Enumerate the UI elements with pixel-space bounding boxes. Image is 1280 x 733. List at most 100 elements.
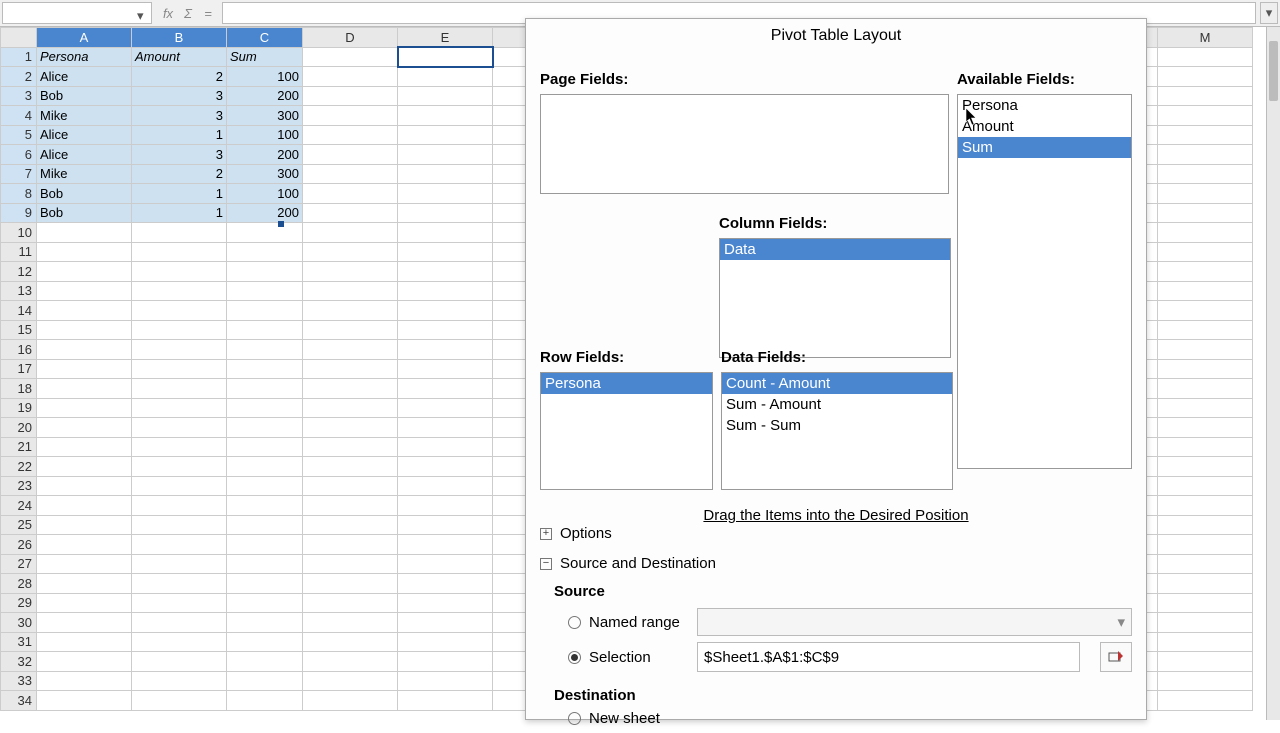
cell-E8[interactable] — [398, 184, 493, 204]
cell-A3[interactable]: Bob — [37, 86, 132, 106]
row-header-4[interactable]: 4 — [1, 106, 37, 126]
cell-E15[interactable] — [398, 320, 493, 340]
list-item[interactable]: Count - Amount — [722, 373, 952, 394]
cell-E27[interactable] — [398, 554, 493, 574]
cell-E11[interactable] — [398, 242, 493, 262]
cell-D4[interactable] — [303, 106, 398, 126]
cell-E13[interactable] — [398, 281, 493, 301]
cell-D24[interactable] — [303, 496, 398, 516]
cell-E31[interactable] — [398, 632, 493, 652]
fx-icon[interactable]: fx — [160, 6, 176, 21]
selection-radio[interactable] — [568, 651, 581, 664]
cell-C18[interactable] — [227, 379, 303, 399]
cell-M9[interactable] — [1158, 203, 1253, 223]
cell-B27[interactable] — [132, 554, 227, 574]
cell-M19[interactable] — [1158, 398, 1253, 418]
cell-B4[interactable]: 3 — [132, 106, 227, 126]
chevron-down-icon[interactable]: ▾ — [137, 8, 147, 18]
cell-C3[interactable]: 200 — [227, 86, 303, 106]
cell-D7[interactable] — [303, 164, 398, 184]
cell-C10[interactable] — [227, 223, 303, 243]
cell-B22[interactable] — [132, 457, 227, 477]
cell-M25[interactable] — [1158, 515, 1253, 535]
row-header-24[interactable]: 24 — [1, 496, 37, 516]
cell-B11[interactable] — [132, 242, 227, 262]
cell-C24[interactable] — [227, 496, 303, 516]
cell-B15[interactable] — [132, 320, 227, 340]
cell-D34[interactable] — [303, 691, 398, 711]
cell-C32[interactable] — [227, 652, 303, 672]
cell-D28[interactable] — [303, 574, 398, 594]
cell-C4[interactable]: 300 — [227, 106, 303, 126]
selection-input[interactable]: $Sheet1.$A$1:$C$9 — [697, 642, 1080, 672]
cell-E25[interactable] — [398, 515, 493, 535]
cell-C2[interactable]: 100 — [227, 67, 303, 87]
cell-M31[interactable] — [1158, 632, 1253, 652]
cell-D9[interactable] — [303, 203, 398, 223]
row-header-19[interactable]: 19 — [1, 398, 37, 418]
cell-C25[interactable] — [227, 515, 303, 535]
row-header-28[interactable]: 28 — [1, 574, 37, 594]
cell-E3[interactable] — [398, 86, 493, 106]
cell-C14[interactable] — [227, 301, 303, 321]
cell-C6[interactable]: 200 — [227, 145, 303, 165]
cell-B5[interactable]: 1 — [132, 125, 227, 145]
row-header-34[interactable]: 34 — [1, 691, 37, 711]
list-item[interactable]: Sum - Amount — [722, 394, 952, 415]
cell-M11[interactable] — [1158, 242, 1253, 262]
formula-dropdown[interactable]: ▾ — [1260, 2, 1278, 24]
cell-A4[interactable]: Mike — [37, 106, 132, 126]
row-header-31[interactable]: 31 — [1, 632, 37, 652]
cell-M6[interactable] — [1158, 145, 1253, 165]
cell-C19[interactable] — [227, 398, 303, 418]
cell-D18[interactable] — [303, 379, 398, 399]
cell-E28[interactable] — [398, 574, 493, 594]
column-header-A[interactable]: A — [37, 28, 132, 48]
cell-B8[interactable]: 1 — [132, 184, 227, 204]
cell-C21[interactable] — [227, 437, 303, 457]
cell-C9[interactable]: 200 — [227, 203, 303, 223]
cell-M14[interactable] — [1158, 301, 1253, 321]
cell-E29[interactable] — [398, 593, 493, 613]
cell-A29[interactable] — [37, 593, 132, 613]
cell-D3[interactable] — [303, 86, 398, 106]
list-item[interactable]: Persona — [541, 373, 712, 394]
scrollbar-thumb[interactable] — [1269, 41, 1278, 101]
row-header-13[interactable]: 13 — [1, 281, 37, 301]
cell-B26[interactable] — [132, 535, 227, 555]
list-item[interactable]: Persona — [958, 95, 1131, 116]
cell-D2[interactable] — [303, 67, 398, 87]
row-header-33[interactable]: 33 — [1, 671, 37, 691]
cell-D29[interactable] — [303, 593, 398, 613]
cell-A17[interactable] — [37, 359, 132, 379]
cell-B17[interactable] — [132, 359, 227, 379]
cell-A1[interactable]: Persona — [37, 47, 132, 67]
cell-M15[interactable] — [1158, 320, 1253, 340]
cell-C1[interactable]: Sum — [227, 47, 303, 67]
row-header-18[interactable]: 18 — [1, 379, 37, 399]
cell-C29[interactable] — [227, 593, 303, 613]
shrink-range-button[interactable] — [1100, 642, 1132, 672]
cell-C7[interactable]: 300 — [227, 164, 303, 184]
new-sheet-radio[interactable] — [568, 712, 581, 725]
cell-D14[interactable] — [303, 301, 398, 321]
cell-A13[interactable] — [37, 281, 132, 301]
cell-B9[interactable]: 1 — [132, 203, 227, 223]
cell-B1[interactable]: Amount — [132, 47, 227, 67]
cell-A10[interactable] — [37, 223, 132, 243]
cell-M30[interactable] — [1158, 613, 1253, 633]
cell-M18[interactable] — [1158, 379, 1253, 399]
cell-C15[interactable] — [227, 320, 303, 340]
cell-E26[interactable] — [398, 535, 493, 555]
cell-E7[interactable] — [398, 164, 493, 184]
cell-D19[interactable] — [303, 398, 398, 418]
cell-M2[interactable] — [1158, 67, 1253, 87]
cell-E16[interactable] — [398, 340, 493, 360]
cell-M22[interactable] — [1158, 457, 1253, 477]
cell-M24[interactable] — [1158, 496, 1253, 516]
select-all-corner[interactable] — [1, 28, 37, 48]
cell-A24[interactable] — [37, 496, 132, 516]
row-header-11[interactable]: 11 — [1, 242, 37, 262]
cell-M16[interactable] — [1158, 340, 1253, 360]
row-header-8[interactable]: 8 — [1, 184, 37, 204]
